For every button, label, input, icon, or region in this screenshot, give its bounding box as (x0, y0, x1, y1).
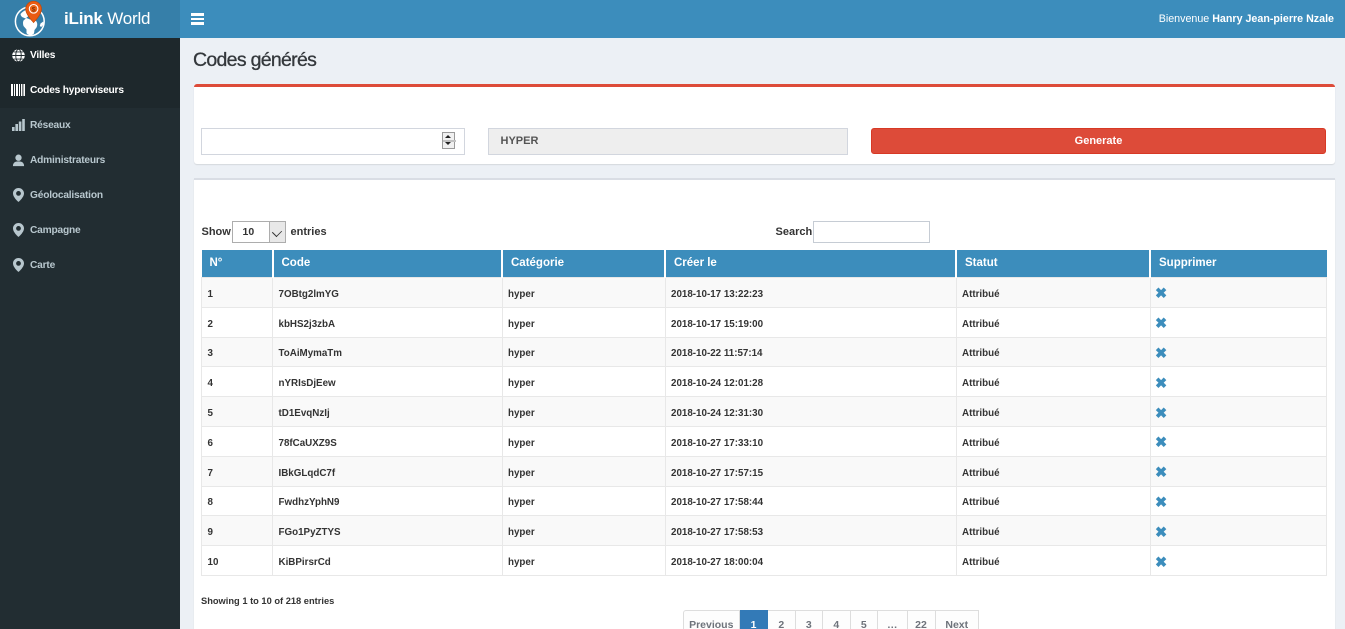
svg-text:$: $ (32, 6, 36, 13)
